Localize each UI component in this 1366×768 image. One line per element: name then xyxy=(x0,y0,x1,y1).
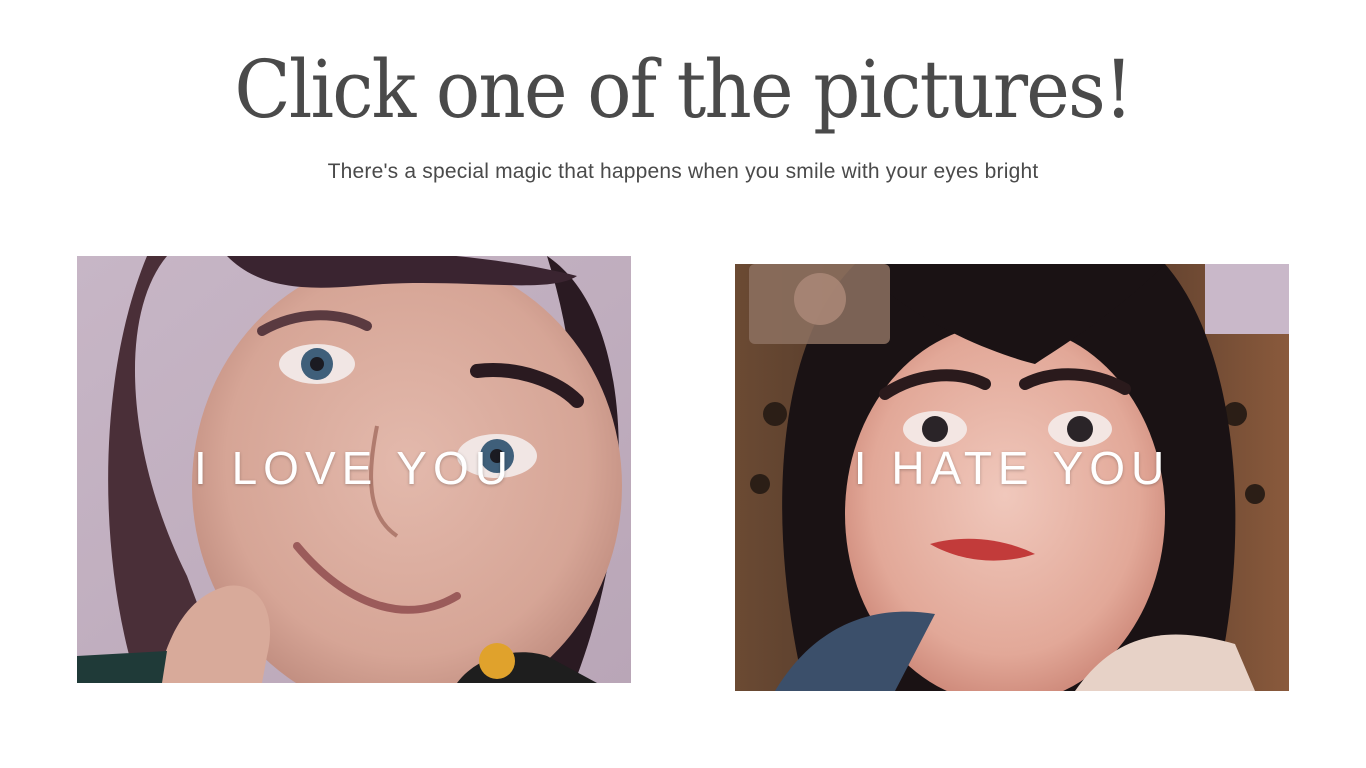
page-title: Click one of the pictures! xyxy=(234,43,1133,136)
page-subtitle: There's a special magic that happens whe… xyxy=(327,160,1039,183)
hate-caption: I HATE YOU xyxy=(853,441,1171,494)
love-picture-card[interactable]: I LOVE YOU xyxy=(77,256,631,683)
love-caption: I LOVE YOU xyxy=(194,441,514,494)
hate-picture-card[interactable]: I HATE YOU xyxy=(735,264,1289,691)
page: Click one of the pictures! There's a spe… xyxy=(0,0,1366,768)
